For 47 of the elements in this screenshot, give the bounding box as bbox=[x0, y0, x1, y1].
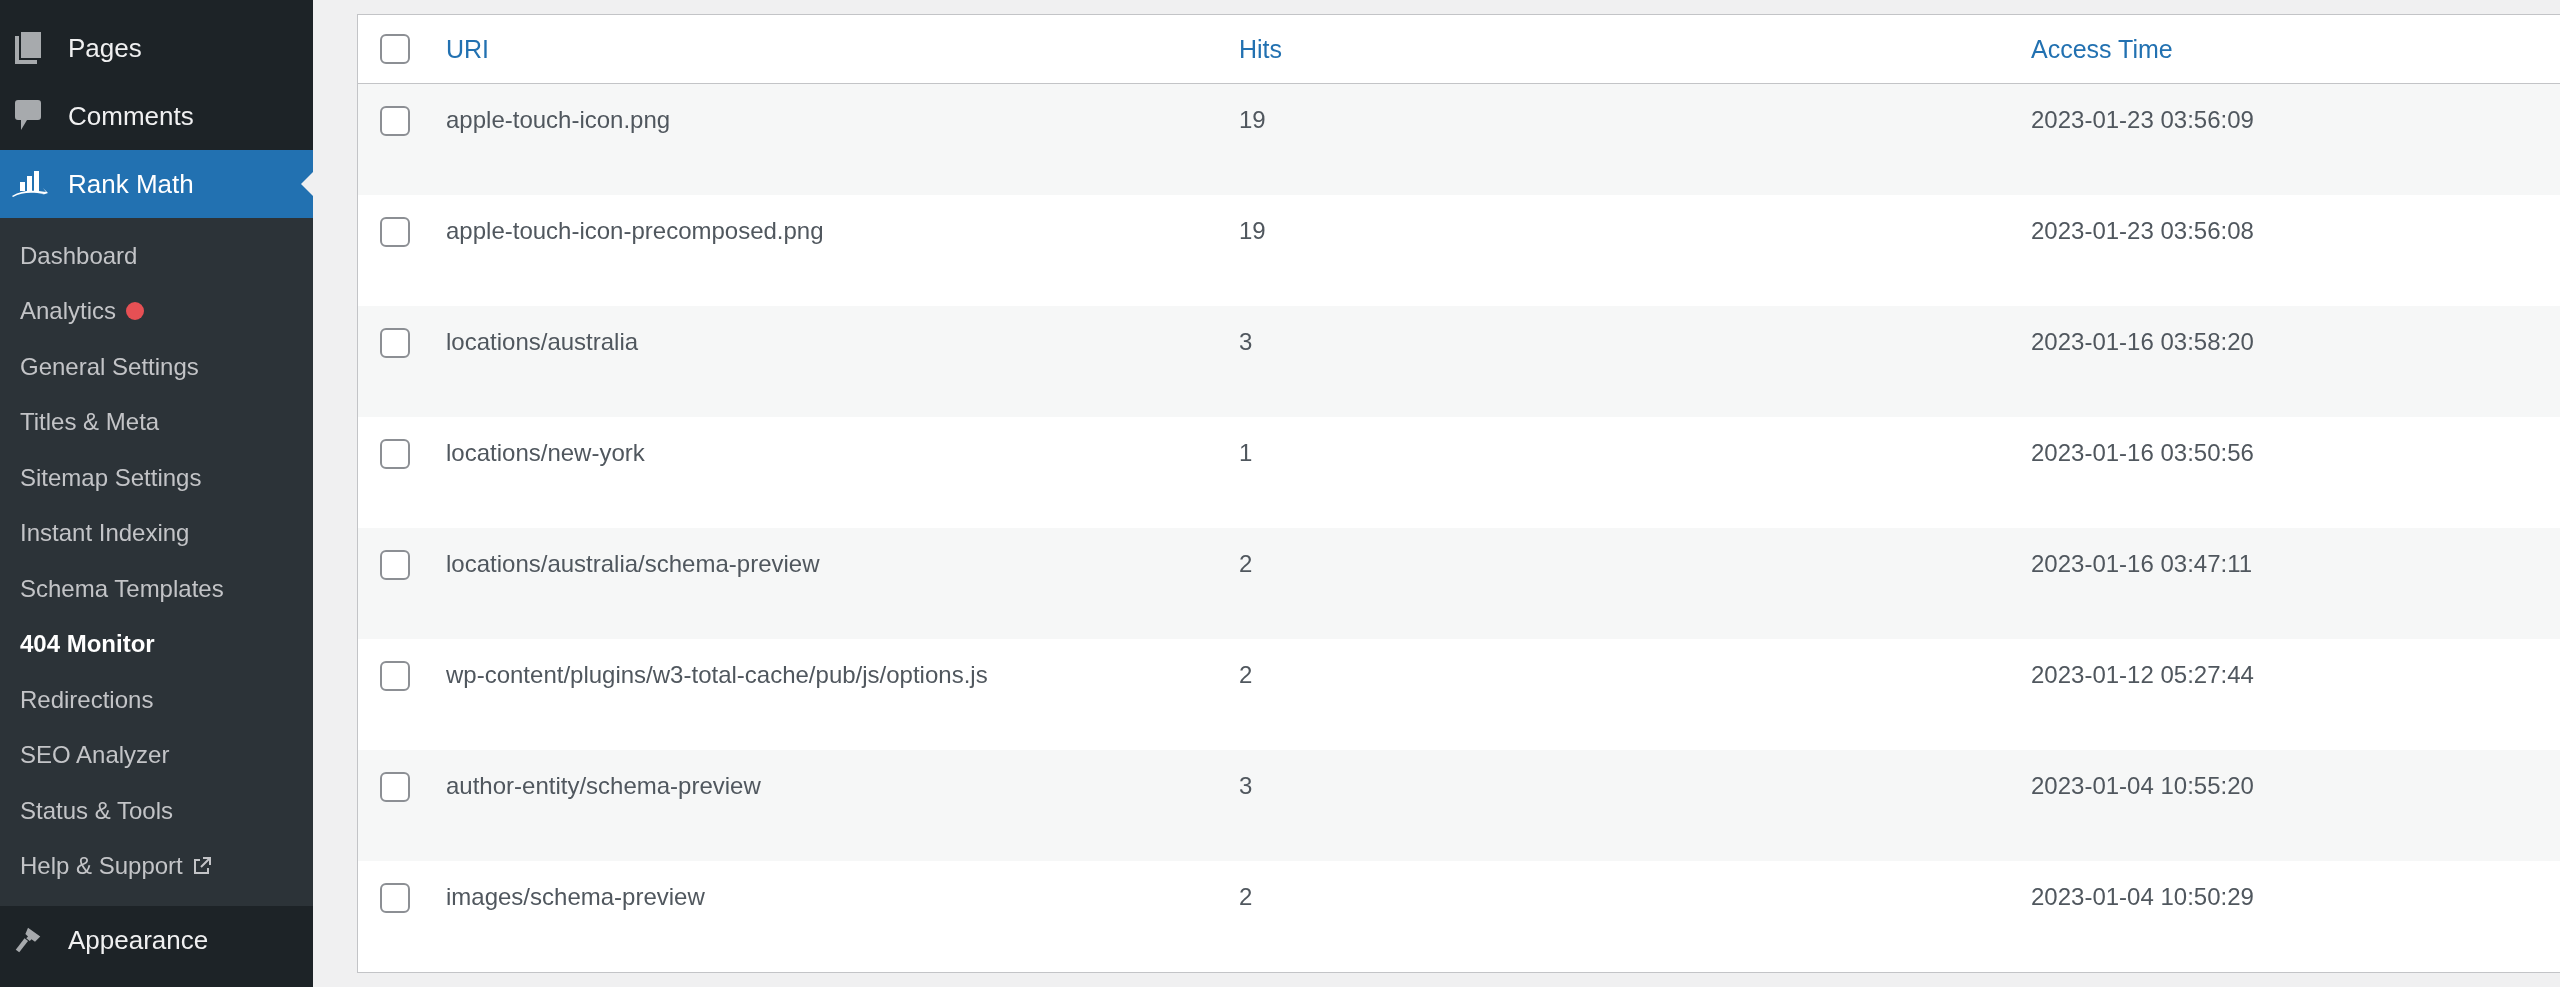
table-cell: 2 bbox=[1239, 661, 1253, 689]
column-header[interactable]: Hits bbox=[1239, 34, 1283, 64]
menu-label: Rank Math bbox=[68, 168, 194, 200]
table-cell: 2023-01-23 03:56:08 bbox=[2031, 217, 2254, 245]
submenu-item[interactable]: Titles & Meta bbox=[20, 408, 160, 437]
column-header[interactable]: URI bbox=[446, 34, 490, 64]
table-cell: 19 bbox=[1239, 106, 1266, 134]
submenu-item[interactable]: Schema Templates bbox=[20, 574, 224, 603]
submenu-item[interactable]: Dashboard bbox=[20, 241, 138, 270]
table-cell: 3 bbox=[1239, 328, 1253, 356]
table-cell: 2023-01-04 10:55:20 bbox=[2031, 772, 2254, 800]
table-cell: 3 bbox=[1239, 772, 1253, 800]
submenu-item[interactable]: 404 Monitor bbox=[20, 630, 155, 659]
active-menu-item[interactable]: Rank Math bbox=[0, 150, 313, 218]
menu-label: Appearance bbox=[68, 924, 209, 956]
table-cell: 2023-01-23 03:56:09 bbox=[2031, 106, 2254, 134]
table-cell: 2023-01-16 03:58:20 bbox=[2031, 328, 2254, 356]
table-cell: locations/australia bbox=[446, 328, 639, 356]
menu-item[interactable]: Pages bbox=[0, 14, 313, 82]
submenu-item[interactable]: Help & Support bbox=[20, 852, 183, 881]
menu-label: Comments bbox=[68, 100, 194, 132]
table-cell: author-entity/schema-preview bbox=[446, 772, 761, 800]
table-cell: 2 bbox=[1239, 883, 1253, 911]
table-cell: 19 bbox=[1239, 217, 1266, 245]
submenu-item[interactable]: Status & Tools bbox=[20, 796, 173, 825]
table-cell: 2023-01-16 03:47:11 bbox=[2031, 550, 2253, 578]
submenu-item[interactable]: Instant Indexing bbox=[20, 519, 190, 548]
menu-item[interactable]: Comments bbox=[0, 82, 313, 150]
table-cell: 2023-01-16 03:50:56 bbox=[2031, 439, 2254, 467]
table-cell: 2 bbox=[1239, 550, 1253, 578]
table-cell: 2023-01-12 05:27:44 bbox=[2031, 661, 2254, 689]
table-cell: locations/australia/schema-preview bbox=[446, 550, 820, 578]
table-cell: apple-touch-icon.png bbox=[446, 106, 671, 134]
submenu-item[interactable]: Sitemap Settings bbox=[20, 463, 202, 492]
table-cell: 1 bbox=[1239, 439, 1253, 467]
table-cell: wp-content/plugins/w3-total-cache/pub/js/options.js bbox=[446, 661, 988, 689]
submenu-item[interactable]: Redirections bbox=[20, 685, 154, 714]
submenu-item[interactable]: Analytics bbox=[20, 297, 117, 326]
column-header[interactable]: Access Time bbox=[2031, 34, 2173, 64]
submenu-item[interactable]: SEO Analyzer bbox=[20, 741, 170, 770]
menu-label: Pages bbox=[68, 32, 142, 64]
table-cell: 2023-01-04 10:50:29 bbox=[2031, 883, 2254, 911]
table-cell: locations/new-york bbox=[446, 439, 645, 467]
menu-item[interactable]: Appearance bbox=[0, 906, 313, 974]
submenu-item[interactable]: General Settings bbox=[20, 352, 199, 381]
table-cell: apple-touch-icon-precomposed.png bbox=[446, 217, 824, 245]
table-cell: images/schema-preview bbox=[446, 883, 705, 911]
